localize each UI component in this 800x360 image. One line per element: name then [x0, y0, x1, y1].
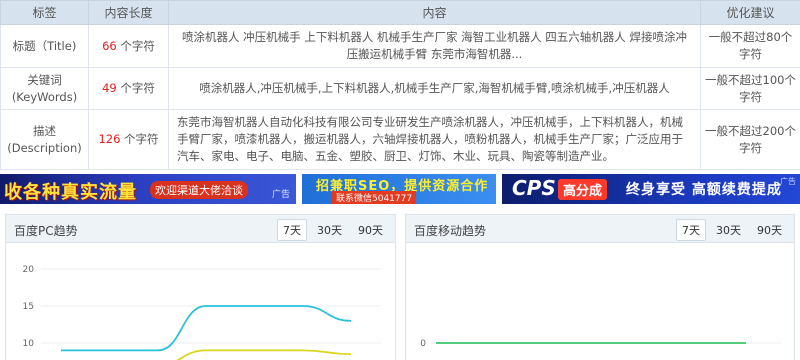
row-advice: 一般不超过100个字符 [700, 67, 800, 110]
row-content: 喷涂机器人 冲压机械手 上下料机器人 机械手生产厂家 海智工业机器人 四五六轴机… [168, 24, 701, 68]
row-content: 东莞市海智机器人自动化科技有限公司专业研发生产喷涂机器人，冲压机械手，上下料机器… [168, 109, 701, 170]
length-unit: 个字符 [120, 132, 159, 146]
length-unit: 个字符 [116, 38, 155, 53]
baidu-pc-trend-panel: 百度PC趋势 7天 30天 90天 20 15 10 [5, 214, 396, 360]
header-length: 内容长度 [88, 0, 169, 25]
table-row-keywords: 关键词(KeyWords) 49 个字符 喷涂机器人,冲压机械手,上下料机器人,… [0, 67, 800, 110]
y-tick-label: 10 [23, 339, 35, 349]
y-tick-label: 20 [23, 265, 35, 275]
y-tick-label: 0 [420, 339, 426, 349]
panel-title: 百度PC趋势 [14, 224, 78, 238]
row-content: 喷涂机器人,冲压机械手,上下料机器人,机械手生产厂家,海智机械手臂,喷涂机械手,… [168, 67, 701, 110]
range-tabs: 7天 30天 90天 [676, 219, 788, 241]
ad-banner-traffic[interactable]: 收各种真实流量 欢迎渠道大佬洽谈 广告 [0, 174, 296, 204]
range-tab-90d[interactable]: 90天 [352, 219, 389, 241]
row-label: 描述(Description) [0, 109, 89, 170]
row-advice: 一般不超过200个字符 [700, 109, 800, 170]
range-tab-7d[interactable]: 7天 [676, 219, 706, 241]
row-label: 标题（Title) [0, 24, 89, 68]
y-tick-label: 15 [23, 302, 34, 312]
pc-trend-chart: 20 15 10 [23, 265, 381, 360]
length-unit: 个字符 [116, 81, 155, 95]
panel-title: 百度移动趋势 [414, 224, 487, 238]
table-row-description: 描述(Description) 126 个字符 东莞市海智机器人自动化科技有限公… [0, 109, 800, 170]
banner-contact: 联系微信5041777 [332, 191, 417, 204]
baidu-mobile-trend-panel: 百度移动趋势 7天 30天 90天 0 [405, 214, 795, 360]
ad-label: 广告 [271, 190, 290, 200]
row-length: 66 个字符 [88, 24, 169, 68]
banner-badge: 高分成 [558, 179, 608, 200]
range-tab-7d[interactable]: 7天 [277, 219, 307, 241]
header-advice: 优化建议 [700, 0, 800, 25]
range-tab-30d[interactable]: 30天 [311, 219, 348, 241]
range-tabs: 7天 30天 90天 [277, 219, 389, 241]
row-advice: 一般不超过80个字符 [700, 24, 800, 68]
seo-info-table: 标签 内容长度 内容 优化建议 标题（Title) 66 个字符 喷涂机器人 冲… [0, 0, 800, 170]
table-row-title: 标题（Title) 66 个字符 喷涂机器人 冲压机械手 上下料机器人 机械手生… [0, 24, 800, 68]
ad-banner-cps[interactable]: CPS 高分成 终身享受 高额续费提成 广告 [502, 174, 800, 204]
range-tab-90d[interactable]: 90天 [751, 219, 788, 241]
ad-banner-row: 收各种真实流量 欢迎渠道大佬洽谈 广告 招兼职SEO，提供资源合作 联系微信50… [0, 174, 800, 204]
ad-label: 广告 [780, 177, 796, 186]
row-length: 49 个字符 [88, 67, 169, 110]
panel-header: 百度移动趋势 7天 30天 90天 [406, 215, 794, 243]
header-label: 标签 [0, 0, 89, 25]
length-number: 126 [98, 132, 121, 146]
row-length: 126 个字符 [88, 109, 169, 170]
table-header-row: 标签 内容长度 内容 优化建议 [0, 0, 800, 25]
banner-brand: CPS [512, 176, 556, 200]
banner-tag: 欢迎渠道大佬洽谈 [150, 181, 248, 199]
banner-slogan: 终身享受 高额续费提成 [626, 182, 782, 198]
range-tab-30d[interactable]: 30天 [710, 219, 747, 241]
length-number: 66 [102, 38, 117, 53]
banner-headline: 收各种真实流量 [4, 182, 137, 203]
series-line-0 [60, 305, 352, 352]
header-content: 内容 [168, 0, 701, 25]
panel-header: 百度PC趋势 7天 30天 90天 [6, 215, 395, 243]
mobile-trend-chart: 0 [420, 339, 781, 349]
ad-banner-seo[interactable]: 招兼职SEO，提供资源合作 联系微信5041777 [302, 174, 496, 204]
series-line-1 [176, 349, 352, 360]
length-number: 49 [102, 81, 117, 95]
row-label: 关键词(KeyWords) [0, 67, 89, 110]
